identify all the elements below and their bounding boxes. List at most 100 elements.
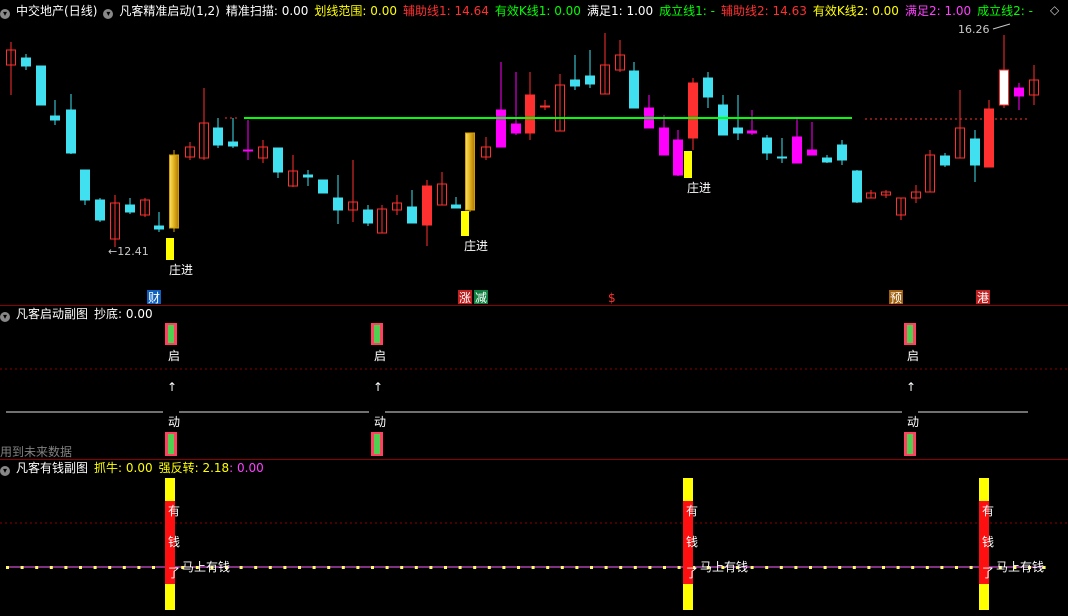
candle-body bbox=[673, 139, 683, 176]
candle-body bbox=[1014, 87, 1024, 97]
sub2-dot bbox=[152, 566, 155, 569]
candle-body bbox=[66, 109, 76, 154]
sub2-dot bbox=[838, 566, 842, 569]
sub2-dot bbox=[79, 566, 82, 569]
money-char: 有 bbox=[168, 504, 180, 518]
sub2-dot bbox=[385, 566, 389, 569]
sub1-arrow: ↑ bbox=[167, 380, 177, 394]
chart-canvas[interactable]: 庄进庄进庄进16.26←12.41财涨减 $ 预港启↑动启↑动启↑动有钱了 马上有钱有… bbox=[0, 0, 1068, 616]
sub2-dot bbox=[940, 566, 944, 569]
candle-body bbox=[333, 197, 343, 211]
sub2-dot bbox=[546, 566, 550, 569]
event-marker: 减 bbox=[475, 291, 487, 305]
sub2-dot bbox=[648, 566, 652, 569]
money-char: 钱 bbox=[686, 534, 698, 549]
candle-body bbox=[511, 123, 521, 134]
money-tag: 马上有钱 bbox=[182, 559, 230, 574]
candle-body bbox=[422, 185, 432, 226]
sub2-dot bbox=[911, 566, 915, 569]
money-char: 有 bbox=[982, 504, 994, 518]
sub2-dot bbox=[20, 566, 24, 569]
candle-body bbox=[363, 209, 373, 224]
sub1-label-bottom: 动 bbox=[168, 415, 180, 429]
signal-bar-top-inner bbox=[907, 325, 913, 343]
sub2-dot bbox=[6, 566, 9, 569]
sub1-arrow: ↑ bbox=[906, 380, 916, 394]
candle-body bbox=[303, 174, 313, 178]
candle-body bbox=[407, 206, 417, 224]
signal-bar-bottom-inner bbox=[907, 434, 913, 454]
candle-body bbox=[629, 70, 639, 109]
money-char: 有 bbox=[686, 504, 698, 518]
candle-body bbox=[822, 157, 832, 163]
candle-body bbox=[154, 225, 164, 230]
candle-body bbox=[50, 115, 60, 121]
sub2-dot bbox=[414, 566, 418, 569]
sub1-arrow: ↑ bbox=[373, 380, 383, 394]
signal-bar-top-inner bbox=[374, 325, 380, 343]
sub2-dot bbox=[750, 566, 754, 569]
candle-body bbox=[688, 82, 698, 139]
high-price-label: 16.26 bbox=[958, 23, 990, 36]
sub2-dot bbox=[517, 566, 520, 569]
candle-body bbox=[659, 127, 669, 156]
sub1-label-top: 启 bbox=[907, 349, 919, 363]
sub2-dot bbox=[298, 566, 301, 569]
candle-body bbox=[570, 79, 580, 87]
money-tag: 马上有钱 bbox=[996, 559, 1044, 574]
sub1-label-top: 启 bbox=[374, 349, 386, 363]
candle-body bbox=[318, 179, 328, 194]
sub2-dot bbox=[794, 566, 798, 569]
candle-body bbox=[777, 156, 787, 159]
candle-body bbox=[525, 94, 535, 134]
sub2-dot bbox=[852, 566, 856, 569]
candle-body bbox=[496, 109, 506, 148]
sub2-dot bbox=[619, 566, 623, 569]
signal-bar-top-inner bbox=[168, 325, 174, 343]
sub2-dot bbox=[809, 566, 812, 569]
candle-body bbox=[80, 169, 90, 201]
sub2-dot bbox=[49, 566, 53, 569]
candle-body bbox=[747, 130, 757, 134]
sub2-dot bbox=[93, 566, 97, 569]
sub2-dot bbox=[487, 566, 491, 569]
candle-body bbox=[36, 65, 46, 106]
candle-body bbox=[213, 127, 223, 146]
money-char: 钱 bbox=[982, 534, 994, 549]
sub2-dot bbox=[35, 566, 39, 569]
candle-body bbox=[243, 149, 253, 152]
entry-bar bbox=[166, 238, 174, 260]
sub2-dot bbox=[444, 566, 447, 569]
candle-body bbox=[807, 149, 817, 156]
sub2-dot bbox=[122, 566, 126, 569]
sub2-dot bbox=[268, 566, 272, 569]
signal-bar-bottom-inner bbox=[374, 434, 380, 454]
sub2-dot bbox=[969, 566, 973, 569]
sub2-dot bbox=[371, 566, 374, 569]
candle-body bbox=[837, 144, 847, 161]
event-marker: 港 bbox=[977, 291, 989, 305]
money-tag: 马上有钱 bbox=[700, 559, 748, 574]
money-char: 钱 bbox=[168, 534, 180, 549]
sub2-dot bbox=[254, 566, 258, 569]
candle-body bbox=[792, 136, 802, 164]
sub1-label-bottom: 动 bbox=[374, 415, 386, 429]
sub1-label-bottom: 动 bbox=[907, 415, 919, 429]
candle-body bbox=[970, 138, 980, 166]
sub2-dot bbox=[882, 566, 885, 569]
candle-body bbox=[451, 204, 461, 209]
candle-body bbox=[465, 132, 475, 211]
sub2-dot bbox=[429, 566, 433, 569]
sub2-dot bbox=[590, 566, 593, 569]
event-marker: $ bbox=[608, 291, 616, 305]
candle-body bbox=[585, 75, 595, 85]
sub2-dot bbox=[867, 566, 871, 569]
candle-body bbox=[125, 204, 135, 213]
entry-label: 庄进 bbox=[169, 262, 193, 277]
money-char: 了 bbox=[982, 566, 994, 580]
candle-body bbox=[718, 104, 728, 136]
sub2-dot bbox=[633, 566, 637, 569]
event-marker: 预 bbox=[890, 291, 902, 305]
candle-body bbox=[21, 57, 31, 67]
candle-body bbox=[228, 141, 238, 147]
